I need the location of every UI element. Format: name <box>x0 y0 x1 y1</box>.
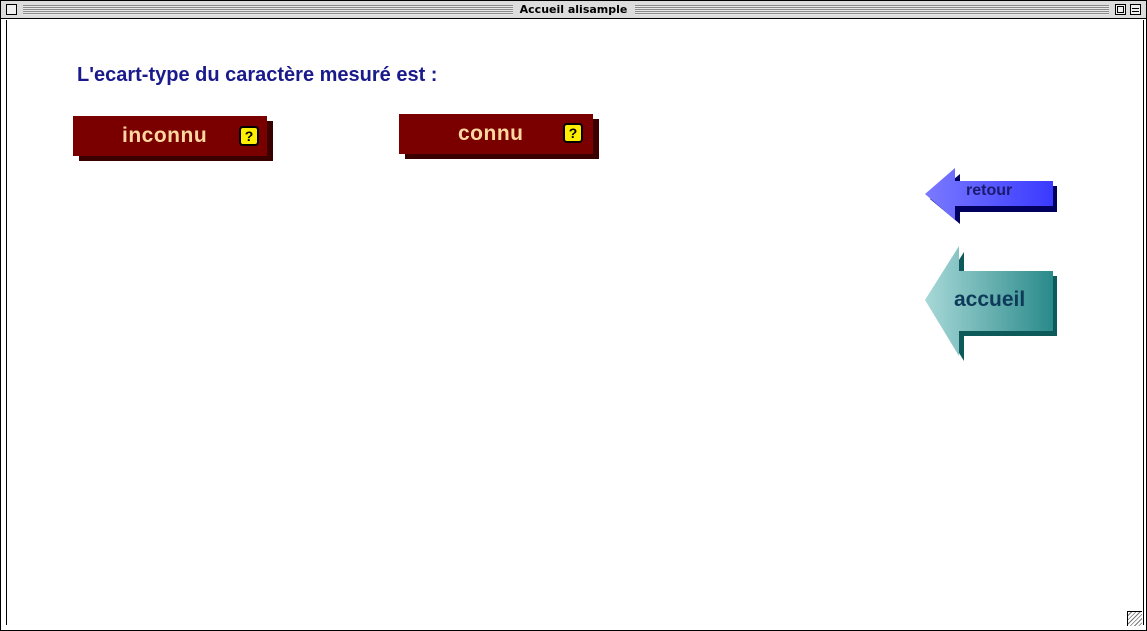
inconnu-button[interactable]: inconnu ? <box>73 116 267 156</box>
question-heading: L'ecart-type du caractère mesuré est : <box>77 64 438 86</box>
collapse-box[interactable] <box>1130 4 1141 15</box>
retour-button[interactable]: retour <box>919 166 1059 228</box>
content-area: L'ecart-type du caractère mesuré est : i… <box>6 20 1144 625</box>
title-bar[interactable]: Accueil alisample <box>1 1 1146 19</box>
retour-label: retour <box>966 182 1013 199</box>
zoom-box[interactable] <box>1115 4 1126 15</box>
question-mark-icon[interactable]: ? <box>239 126 259 146</box>
resize-handle[interactable] <box>1127 611 1142 626</box>
question-mark-icon[interactable]: ? <box>563 123 583 143</box>
app-window: Accueil alisample L'ecart-type du caract… <box>0 0 1147 631</box>
connu-button[interactable]: connu ? <box>399 114 593 154</box>
accueil-button[interactable]: accueil <box>921 246 1061 362</box>
inconnu-label: inconnu <box>122 124 208 147</box>
window-title: Accueil alisample <box>515 3 632 16</box>
connu-label: connu <box>458 122 524 145</box>
accueil-label: accueil <box>954 288 1026 311</box>
